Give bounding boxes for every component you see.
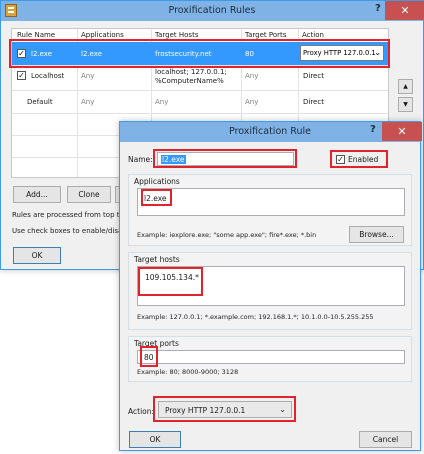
clone-rule-button[interactable]: Clone [67, 186, 111, 203]
browse-button[interactable]: Browse... [349, 226, 404, 243]
row-target-ports: Any [245, 72, 259, 80]
action-label: Action: [128, 407, 155, 416]
close-icon[interactable]: ✕ [385, 1, 424, 20]
help-icon[interactable]: ? [375, 3, 381, 14]
row-target-hosts: localhost; 127.0.0.1; [155, 68, 227, 76]
applications-highlight [141, 189, 172, 206]
row-enabled-checkbox[interactable]: ✓ [17, 71, 26, 80]
dialog-ok-button[interactable]: OK [129, 431, 181, 448]
applications-group: Applications l2.exe Example: iexplore.ex… [128, 174, 412, 246]
col-target-ports[interactable]: Target Ports [245, 31, 286, 39]
row-target-hosts-line2: %ComputerName% [155, 77, 224, 85]
name-highlight [153, 149, 297, 168]
row-applications: Any [81, 72, 95, 80]
target-ports-group: Target ports 80 Example: 80; 8000-9000; … [128, 336, 412, 382]
col-target-hosts[interactable]: Target Hosts [155, 31, 198, 39]
rules-window-title: Proxification Rules [168, 5, 256, 16]
action-highlight [153, 396, 296, 422]
close-icon[interactable]: ✕ [382, 122, 422, 141]
move-down-button[interactable]: ▼ [398, 97, 413, 112]
help-icon[interactable]: ? [370, 124, 376, 135]
add-rule-button[interactable]: Add... [13, 186, 61, 203]
target-ports-highlight [140, 346, 158, 367]
col-applications[interactable]: Applications [81, 31, 124, 39]
row-applications: Any [81, 98, 95, 106]
row-rule-name: Localhost [31, 72, 65, 80]
rules-titlebar: Proxification Rules ? ✕ [1, 1, 424, 21]
name-label: Name: [128, 155, 153, 164]
proxification-rule-dialog: Proxification Rule ? ✕ Name: l2.exe ✓ En… [119, 121, 422, 451]
table-row-default[interactable]: Default Any Any Any Direct [12, 91, 388, 113]
applications-example: Example: iexplore.exe; "some app.exe"; f… [137, 231, 317, 239]
row-action: Direct [303, 72, 324, 80]
table-row-localhost[interactable]: ✓ Localhost Any localhost; 127.0.0.1; %C… [12, 66, 388, 90]
row-target-ports: Any [245, 98, 259, 106]
rule-dialog-titlebar: Proxification Rule ? ✕ [120, 122, 422, 142]
target-hosts-highlight [138, 267, 203, 296]
col-action[interactable]: Action [302, 31, 324, 39]
target-hosts-label: Target hosts [134, 255, 180, 264]
applications-input[interactable]: l2.exe [137, 188, 405, 216]
row-action: Direct [303, 98, 324, 106]
target-hosts-example: Example: 127.0.0.1; *.example.com; 192.1… [137, 313, 374, 321]
move-up-button[interactable]: ▲ [398, 79, 413, 94]
rules-ok-button[interactable]: OK [13, 247, 61, 264]
enabled-highlight [330, 150, 388, 168]
applications-label: Applications [134, 177, 180, 186]
row-target-hosts: Any [155, 98, 169, 106]
col-rule-name[interactable]: Rule Name [17, 31, 55, 39]
target-ports-input[interactable]: 80 [137, 350, 405, 364]
selected-row-highlight [9, 39, 390, 68]
dialog-cancel-button[interactable]: Cancel [359, 431, 412, 448]
row-rule-name: Default [27, 98, 53, 106]
target-ports-example: Example: 80; 8000-9000; 3128 [137, 368, 239, 376]
